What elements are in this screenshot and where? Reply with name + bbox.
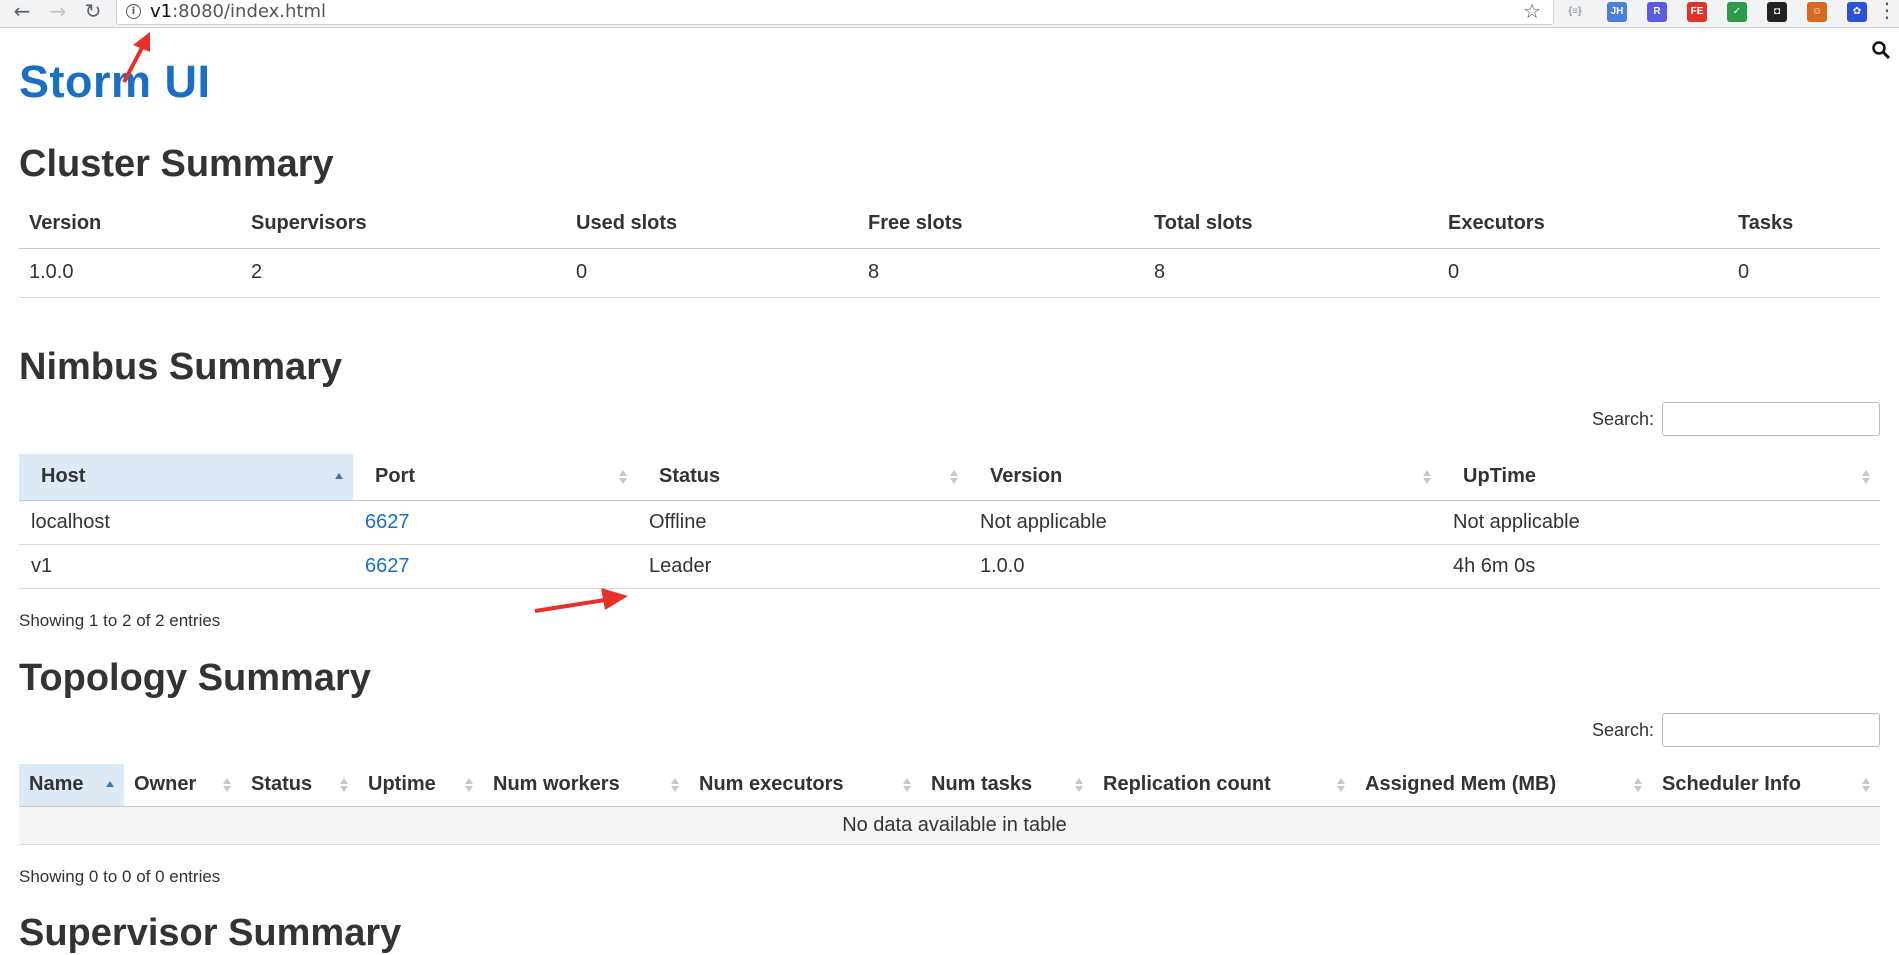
sort-icon xyxy=(1862,469,1870,485)
sort-icon xyxy=(671,777,679,793)
json-viewer-icon[interactable]: {≡} xyxy=(1565,2,1585,22)
column-header-free-slots: Free slots xyxy=(858,200,1144,249)
nimbus-table-info: Showing 1 to 2 of 2 entries xyxy=(19,611,221,630)
column-header-supervisors: Supervisors xyxy=(241,200,566,249)
sort-icon xyxy=(950,469,958,485)
sort-ascending-icon xyxy=(335,469,343,485)
column-header-used-slots: Used slots xyxy=(566,200,858,249)
back-icon[interactable]: ← xyxy=(8,0,36,24)
sort-icon xyxy=(1862,777,1870,793)
annotation-arrowhead xyxy=(601,588,628,610)
column-header-total-slots: Total slots xyxy=(1144,200,1438,249)
url-text[interactable]: v1:8080/index.html xyxy=(150,1,326,22)
cell-version: Not applicable xyxy=(968,500,1441,545)
search-icon[interactable] xyxy=(1871,40,1891,60)
sort-ascending-icon xyxy=(106,777,114,793)
nimbus-search-label: Search: xyxy=(1592,409,1655,429)
cluster-summary-title: Cluster Summary xyxy=(19,143,334,185)
site-info-icon[interactable]: i xyxy=(126,4,141,19)
annotation-arrow-line xyxy=(534,598,606,613)
jh-icon[interactable]: JH xyxy=(1607,2,1627,22)
browser-toolbar: ← → ↻ i v1:8080/index.html ☆ {≡} JH R FE ✓ ◘ ☺… xyxy=(0,0,1899,28)
cell-uptime: Not applicable xyxy=(1441,500,1880,545)
cell-host: localhost xyxy=(19,500,353,545)
sort-icon xyxy=(903,777,911,793)
paw-icon[interactable]: ✿ xyxy=(1847,2,1867,22)
bookmark-star-icon[interactable]: ☆ xyxy=(1523,0,1541,22)
port-link[interactable]: 6627 xyxy=(365,511,410,533)
supervisor-summary-title: Supervisor Summary xyxy=(19,912,402,954)
column-header-tasks: Tasks xyxy=(1728,200,1880,249)
sort-icon xyxy=(1075,777,1083,793)
column-header-port[interactable]: Port xyxy=(353,454,637,501)
cell-port: 6627 xyxy=(353,544,637,589)
column-header-version: Version xyxy=(19,200,241,249)
sort-icon xyxy=(465,777,473,793)
cell-status: Offline xyxy=(637,500,968,545)
topology-summary-title: Topology Summary xyxy=(19,657,371,699)
nimbus-summary-table: Host Port Status Version UpTime localhos… xyxy=(19,454,1880,589)
fox-icon[interactable]: ☺ xyxy=(1807,2,1827,22)
cell-status: Leader xyxy=(637,544,968,589)
cell-supervisors: 2 xyxy=(241,248,566,298)
sort-icon xyxy=(1634,777,1642,793)
nimbus-summary-title: Nimbus Summary xyxy=(19,346,343,388)
cell-used-slots: 0 xyxy=(566,248,858,298)
column-header-status[interactable]: Status xyxy=(637,454,968,501)
column-header-host[interactable]: Host xyxy=(19,454,353,501)
arrow-extension-icon[interactable]: ✓ xyxy=(1727,2,1747,22)
nimbus-search-input[interactable] xyxy=(1662,402,1880,436)
column-header-owner[interactable]: Owner xyxy=(124,764,241,807)
app-title[interactable]: Storm UI xyxy=(19,56,211,108)
topology-summary-table: Name Owner Status Uptime Num workers Num… xyxy=(19,764,1880,845)
column-header-num-workers[interactable]: Num workers xyxy=(483,764,689,807)
table-header-row: Version Supervisors Used slots Free slot… xyxy=(19,200,1880,249)
column-header-num-tasks[interactable]: Num tasks xyxy=(921,764,1093,807)
sort-icon xyxy=(619,469,627,485)
column-header-assigned-mem[interactable]: Assigned Mem (MB) xyxy=(1355,764,1652,807)
cluster-summary-table: Version Supervisors Used slots Free slot… xyxy=(19,200,1880,298)
empty-table-message: No data available in table xyxy=(19,806,1880,845)
r-extension-icon[interactable]: R xyxy=(1647,2,1667,22)
cell-host: v1 xyxy=(19,544,353,589)
sort-icon xyxy=(340,777,348,793)
column-header-num-executors[interactable]: Num executors xyxy=(689,764,921,807)
annotation-arrowhead xyxy=(133,32,150,52)
cell-uptime: 4h 6m 0s xyxy=(1441,544,1880,589)
table-row: localhost 6627 Offline Not applicable No… xyxy=(19,500,1880,545)
browser-menu-icon[interactable]: ⋮ xyxy=(1877,0,1897,22)
table-header-row: Name Owner Status Uptime Num workers Num… xyxy=(19,764,1880,807)
table-header-row: Host Port Status Version UpTime xyxy=(19,454,1880,501)
empty-table-row: No data available in table xyxy=(19,806,1880,845)
table-row: v1 6627 Leader 1.0.0 4h 6m 0s xyxy=(19,544,1880,589)
column-header-replication-count[interactable]: Replication count xyxy=(1093,764,1355,807)
port-link[interactable]: 6627 xyxy=(365,555,410,577)
cell-tasks: 0 xyxy=(1728,248,1880,298)
topology-table-info: Showing 0 to 0 of 0 entries xyxy=(19,867,221,886)
ghost-icon[interactable]: ◘ xyxy=(1767,2,1787,22)
column-header-version[interactable]: Version xyxy=(968,454,1441,501)
column-header-scheduler-info[interactable]: Scheduler Info xyxy=(1652,764,1880,807)
cell-total-slots: 8 xyxy=(1144,248,1438,298)
column-header-executors: Executors xyxy=(1438,200,1728,249)
cell-version: 1.0.0 xyxy=(968,544,1441,589)
topology-search-label: Search: xyxy=(1592,720,1655,740)
address-bar[interactable]: i v1:8080/index.html ☆ xyxy=(116,0,1554,25)
forward-icon[interactable]: → xyxy=(44,0,72,24)
sort-icon xyxy=(223,777,231,793)
sort-icon xyxy=(1423,469,1431,485)
column-header-uptime[interactable]: UpTime xyxy=(1441,454,1880,501)
cell-port: 6627 xyxy=(353,500,637,545)
sort-icon xyxy=(1337,777,1345,793)
column-header-name[interactable]: Name xyxy=(19,764,124,807)
table-row: 1.0.0 2 0 8 8 0 0 xyxy=(19,248,1880,298)
topology-search-input[interactable] xyxy=(1662,713,1880,747)
column-header-status[interactable]: Status xyxy=(241,764,358,807)
cell-executors: 0 xyxy=(1438,248,1728,298)
reload-icon[interactable]: ↻ xyxy=(79,0,107,24)
cell-version: 1.0.0 xyxy=(19,248,241,298)
fe-icon[interactable]: FE xyxy=(1687,2,1707,22)
cell-free-slots: 8 xyxy=(858,248,1144,298)
column-header-uptime[interactable]: Uptime xyxy=(358,764,483,807)
